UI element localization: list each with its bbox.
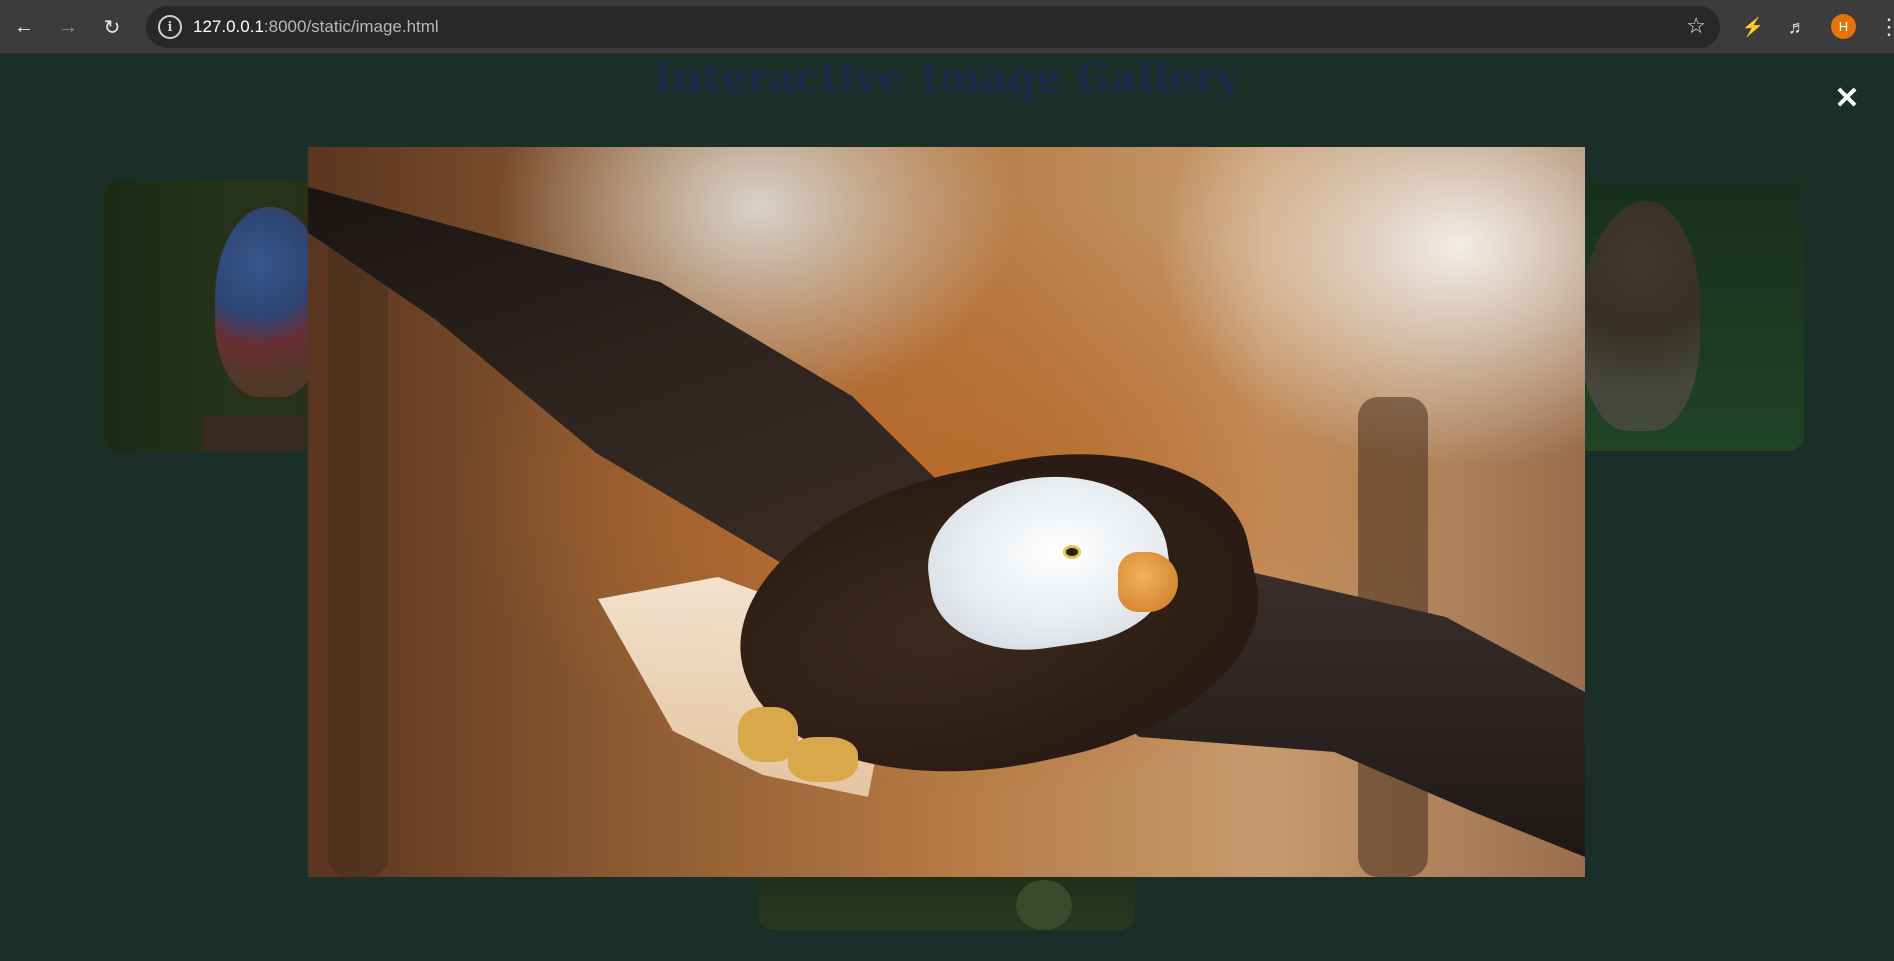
lightbox-image bbox=[308, 147, 1585, 877]
address-bar[interactable]: i 127.0.0.1:8000/static/image.html ☆ bbox=[146, 6, 1720, 48]
performance-icon[interactable]: ⚡ bbox=[1737, 11, 1769, 43]
more-menu-icon[interactable]: ⋮ bbox=[1878, 11, 1894, 43]
page-title: Interactive Image Gallery bbox=[653, 55, 1241, 102]
back-icon[interactable]: ← bbox=[8, 11, 40, 43]
hawk-image bbox=[1580, 201, 1700, 431]
url-path: :8000/static/image.html bbox=[263, 17, 439, 36]
lightbox-close-button[interactable]: ✕ bbox=[1834, 84, 1860, 114]
media-controls-icon[interactable]: ♬ bbox=[1781, 11, 1813, 43]
browser-toolbar: ← → ↻ i 127.0.0.1:8000/static/image.html… bbox=[0, 0, 1894, 54]
profile-avatar[interactable]: H bbox=[1831, 14, 1856, 39]
reload-icon[interactable]: ↻ bbox=[96, 11, 128, 43]
bookmark-star-icon[interactable]: ☆ bbox=[1686, 13, 1706, 39]
eagle-talon bbox=[788, 737, 858, 782]
forward-icon[interactable]: → bbox=[52, 11, 84, 43]
eagle-beak bbox=[1118, 552, 1178, 612]
site-info-icon[interactable]: i bbox=[158, 15, 182, 39]
pear-image bbox=[1016, 880, 1072, 930]
perch bbox=[203, 417, 303, 451]
url-text[interactable]: 127.0.0.1:8000/static/image.html bbox=[193, 17, 439, 37]
gallery-card-pears[interactable] bbox=[758, 870, 1135, 930]
url-host: 127.0.0.1 bbox=[193, 17, 264, 36]
eagle-eye bbox=[1063, 545, 1081, 559]
tree-trunk bbox=[328, 227, 388, 877]
